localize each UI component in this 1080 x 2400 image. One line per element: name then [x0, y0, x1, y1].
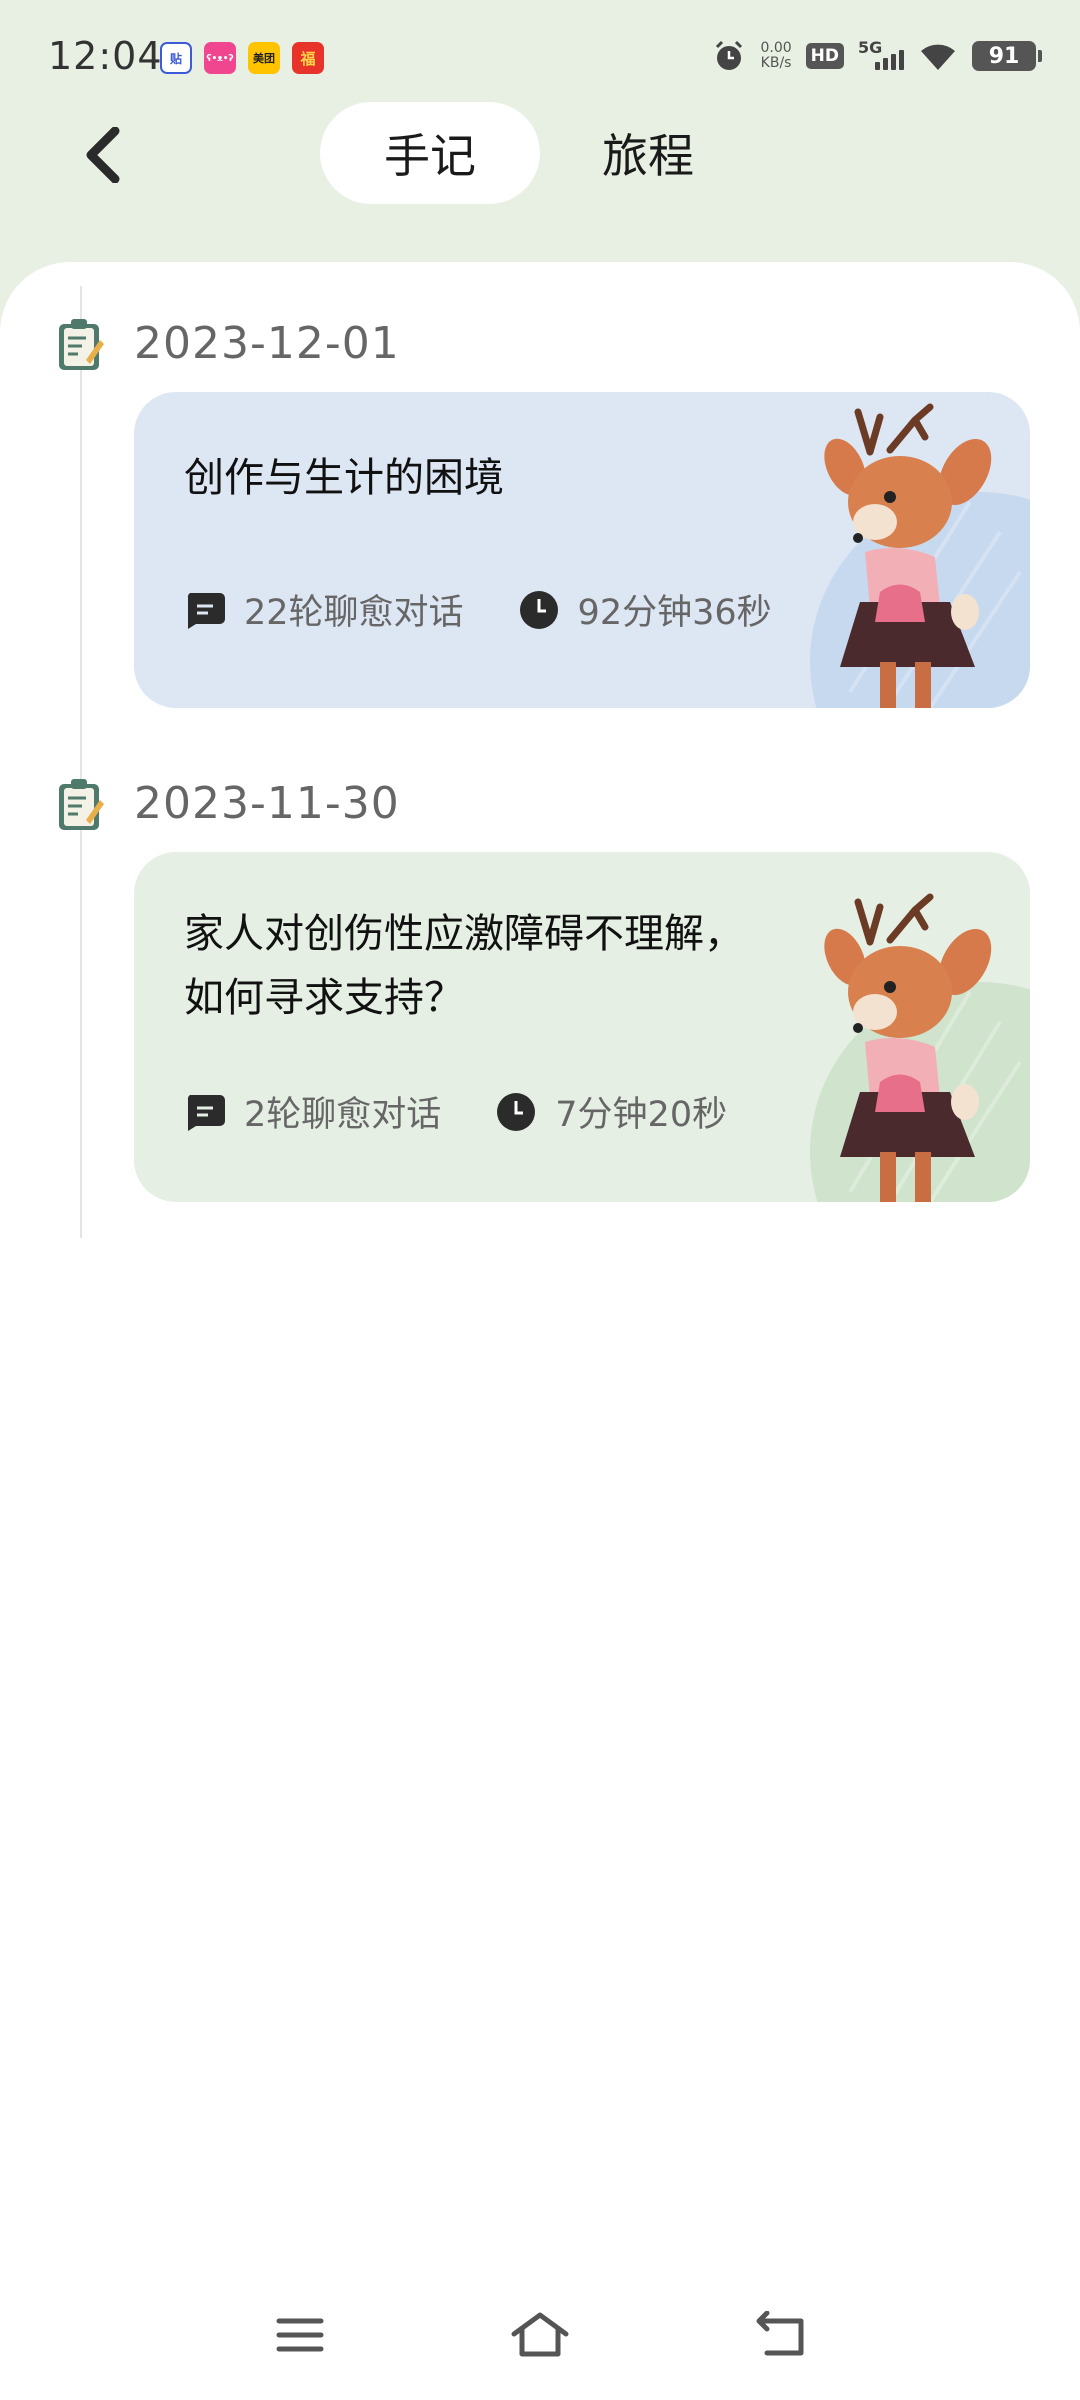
system-icons: 0.00 KB/s HD 5G 91	[712, 38, 1042, 74]
chat-bubble-icon	[187, 1094, 225, 1131]
back-nav-button[interactable]	[745, 2300, 815, 2370]
clipboard-icon	[59, 779, 104, 830]
notification-icons: 贴 ʕ•ᴥ•ʔ 美团 福	[160, 42, 324, 74]
meituan-app-icon: 美团	[248, 42, 280, 74]
duration-info: 92分钟36秒	[518, 584, 772, 635]
clipboard-icon	[59, 319, 104, 370]
deer-illustration	[810, 893, 1030, 1202]
timeline-line	[80, 286, 82, 1238]
tieba-app-icon: 贴	[160, 42, 192, 74]
deer-illustration	[810, 403, 1030, 708]
note-card[interactable]: 家人对创伤性应激障碍不理解，如何寻求支持？ 2轮聊愈对话 7分钟20秒	[134, 852, 1030, 1202]
chat-bubble-icon	[187, 592, 225, 629]
hd-badge: HD	[805, 43, 844, 69]
card-meta: 2轮聊愈对话 7分钟20秒	[184, 1086, 727, 1137]
wifi-icon	[921, 44, 955, 70]
rounds-info: 22轮聊愈对话	[184, 584, 464, 635]
menu-button[interactable]	[265, 2300, 335, 2370]
app-icon-red: 福	[292, 42, 324, 74]
back-button[interactable]	[68, 120, 138, 190]
entry-date: 2023-12-01	[134, 318, 400, 369]
tab-bar: 手记 旅程	[320, 102, 754, 204]
signal-icon: 5G	[858, 38, 904, 74]
tab-notes[interactable]: 手记	[320, 102, 540, 204]
clock-icon	[519, 590, 558, 629]
rounds-text: 2轮聊愈对话	[244, 1095, 442, 1135]
card-title: 家人对创伤性应激障碍不理解，如何寻求支持？	[184, 911, 744, 1021]
menu-icon	[276, 2318, 324, 2352]
network-speed-value: 0.00	[760, 40, 792, 56]
alarm-icon	[716, 40, 743, 70]
status-bar: 12:04 贴 ʕ•ᴥ•ʔ 美团 福 0.00 KB/s HD 5G 91	[0, 0, 1080, 118]
duration-text: 7分钟20秒	[555, 1095, 728, 1135]
card-meta: 22轮聊愈对话 92分钟36秒	[184, 584, 772, 635]
chevron-left-icon	[86, 127, 120, 183]
duration-text: 92分钟36秒	[577, 593, 772, 633]
network-speed: 0.00 KB/s	[760, 41, 791, 71]
battery-icon: 91	[972, 41, 1042, 71]
tab-journey[interactable]: 旅程	[540, 102, 754, 204]
entry-date: 2023-11-30	[134, 778, 400, 829]
status-time: 12:04	[48, 34, 163, 78]
app-icon-pink: ʕ•ᴥ•ʔ	[204, 42, 236, 74]
home-icon	[511, 2312, 569, 2357]
clock-icon	[497, 1092, 536, 1131]
rounds-info: 2轮聊愈对话	[184, 1086, 441, 1137]
home-button[interactable]	[505, 2300, 575, 2370]
system-nav-bar	[0, 2290, 1080, 2380]
card-title: 创作与生计的困境	[184, 455, 504, 501]
network-speed-unit: KB/s	[760, 55, 792, 71]
note-card[interactable]: 创作与生计的困境 22轮聊愈对话 92分钟36秒	[134, 392, 1030, 708]
rounds-text: 22轮聊愈对话	[244, 593, 464, 633]
duration-info: 7分钟20秒	[495, 1086, 727, 1137]
back-arrow-icon	[756, 2311, 804, 2356]
